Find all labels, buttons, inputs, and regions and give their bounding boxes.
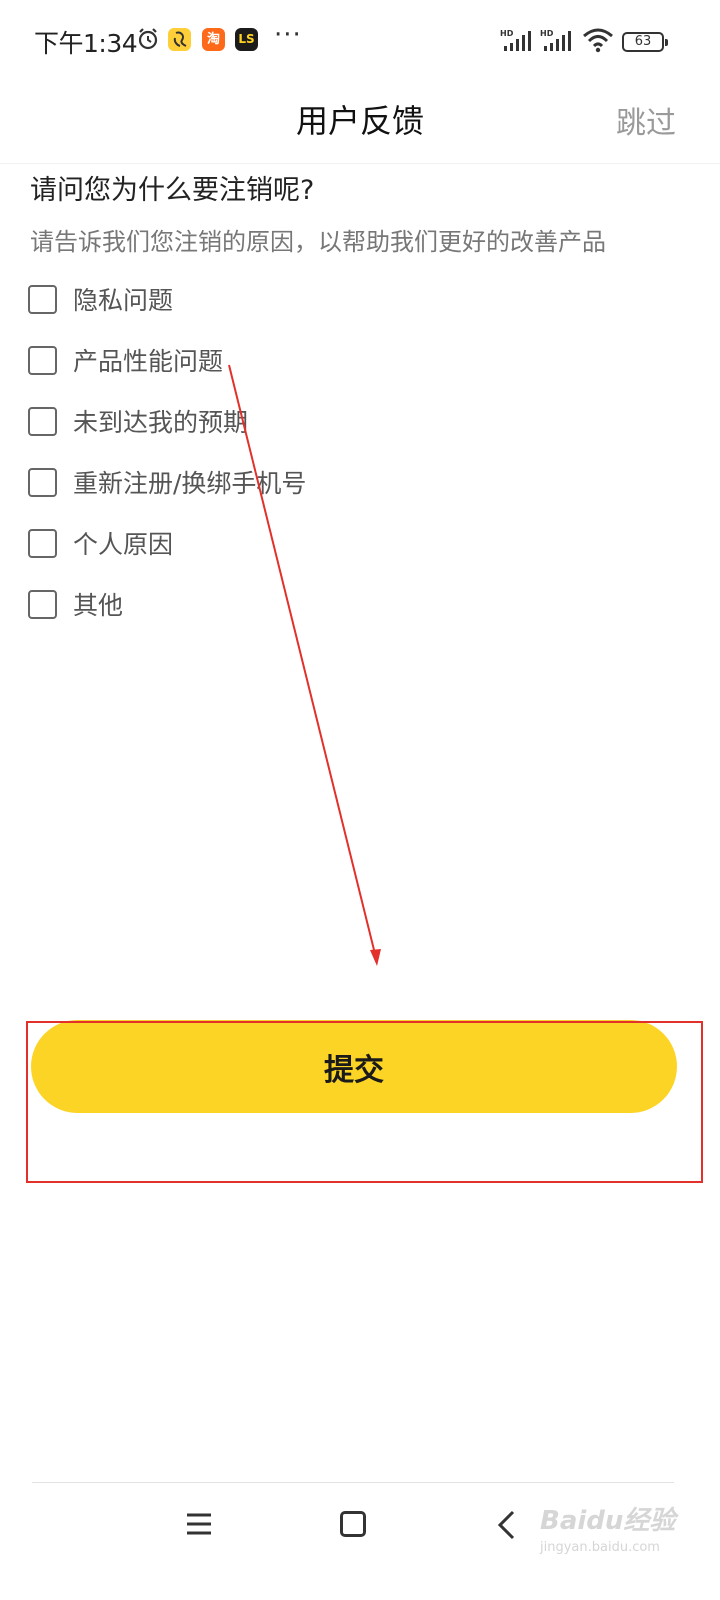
checkbox[interactable] xyxy=(28,284,57,314)
watermark-logo: Baidu经验 xyxy=(540,1506,676,1536)
more-notifications-icon: ··· xyxy=(274,20,302,50)
alarm-icon xyxy=(138,28,158,50)
option-performance[interactable]: 产品性能问题 xyxy=(28,340,223,380)
status-bar: 下午1:34 淘 LS ··· HD HD 63 xyxy=(0,0,720,84)
ls-app-icon: LS xyxy=(235,28,258,51)
submit-label: 提交 xyxy=(324,1052,384,1088)
option-label: 重新注册/换绑手机号 xyxy=(73,469,307,498)
skip-button[interactable]: 跳过 xyxy=(616,98,676,142)
app-notification-icon xyxy=(168,28,191,51)
option-label: 隐私问题 xyxy=(73,286,174,315)
checkbox[interactable] xyxy=(28,467,57,497)
watermark-url: jingyan.baidu.com xyxy=(540,1540,660,1555)
option-label: 未到达我的预期 xyxy=(73,408,249,437)
signal-2-hd-label: HD xyxy=(540,29,554,38)
option-expectation[interactable]: 未到达我的预期 xyxy=(28,401,248,441)
status-time: 下午1:34 xyxy=(34,29,138,58)
option-label: 个人原因 xyxy=(73,530,174,559)
battery-icon: 63 xyxy=(622,32,668,52)
checkbox[interactable] xyxy=(28,345,57,375)
option-label: 其他 xyxy=(73,591,124,620)
option-label: 产品性能问题 xyxy=(73,347,224,376)
checkbox[interactable] xyxy=(28,589,57,619)
nav-divider xyxy=(32,1482,674,1483)
option-reregister[interactable]: 重新注册/换绑手机号 xyxy=(28,462,306,502)
taobao-app-icon: 淘 xyxy=(202,28,225,51)
option-other[interactable]: 其他 xyxy=(28,584,123,624)
submit-button[interactable]: 提交 xyxy=(31,1020,677,1113)
menu-icon[interactable] xyxy=(185,1510,213,1538)
home-icon[interactable] xyxy=(340,1511,366,1537)
watermark: Baidu经验 jingyan.baidu.com xyxy=(540,1500,680,1560)
checkbox[interactable] xyxy=(28,528,57,558)
header: 用户反馈 跳过 xyxy=(0,84,720,164)
option-privacy[interactable]: 隐私问题 xyxy=(28,279,173,319)
page-title: 用户反馈 xyxy=(295,102,424,140)
back-icon[interactable] xyxy=(496,1509,516,1541)
question-heading: 请问您为什么要注销呢? xyxy=(30,175,315,206)
checkbox[interactable] xyxy=(28,406,57,436)
signal-icon: HD xyxy=(500,29,531,51)
option-personal[interactable]: 个人原因 xyxy=(28,523,173,563)
signal-2-icon: HD xyxy=(540,29,571,51)
question-subtitle: 请告诉我们您注销的原因，以帮助我们更好的改善产品 xyxy=(30,228,606,256)
wifi-icon xyxy=(583,28,613,53)
signal-hd-label: HD xyxy=(500,29,514,38)
